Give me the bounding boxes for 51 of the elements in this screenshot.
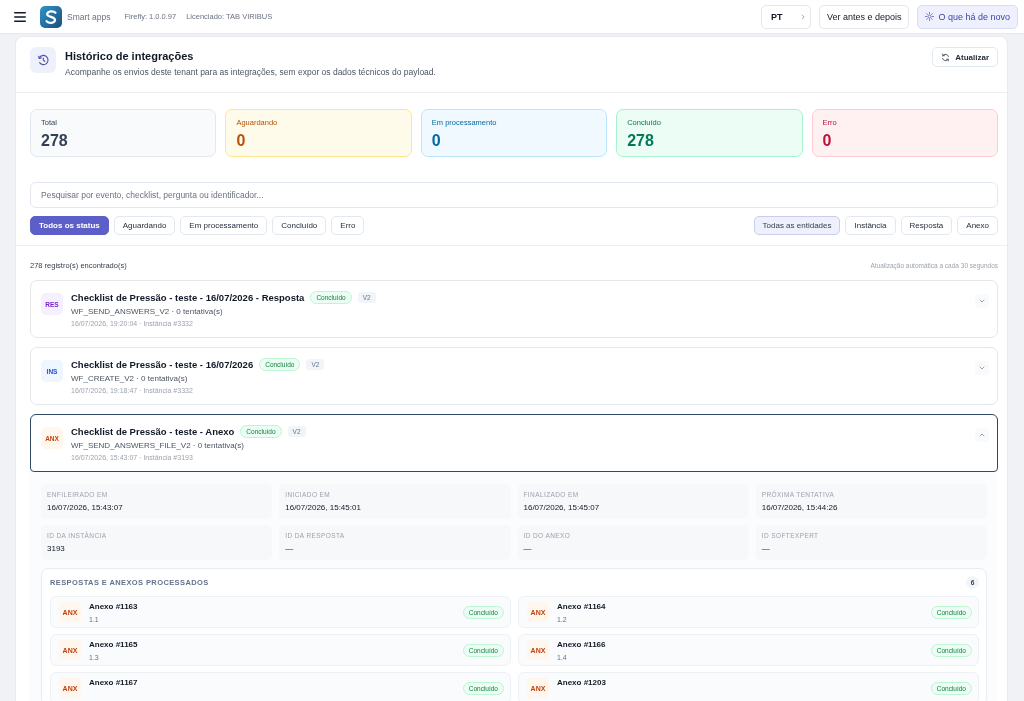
detail-value: 16/07/2026, 15:43:07 <box>47 503 123 513</box>
whats-new-button[interactable]: O que há de novo <box>917 4 1018 29</box>
refresh-icon <box>941 52 951 62</box>
entity-filter[interactable]: Instância <box>845 216 896 235</box>
record-event: WF_SEND_ANSWERS_FILE_V2 · 0 tentativa(s) <box>71 440 244 451</box>
detail-value: 16/07/2026, 15:44:26 <box>761 503 838 513</box>
refresh-button[interactable]: Atualizar <box>932 47 998 67</box>
stat-value: 0 <box>236 131 246 151</box>
item-title: Anexo #1167 <box>89 678 138 688</box>
status-filter[interactable]: Erro <box>331 216 365 235</box>
record-title: Checklist de Pressão - teste - 16/07/2026 <box>71 358 254 371</box>
detail-value: 16/07/2026, 15:45:07 <box>523 503 600 513</box>
chevron-up-icon[interactable] <box>975 428 989 442</box>
detail-value: 3193 <box>47 544 65 554</box>
item-title: Anexo #1165 <box>89 640 138 650</box>
record-event: WF_SEND_ANSWERS_V2 · 0 tentativa(s) <box>71 306 223 317</box>
stat-value: 278 <box>41 131 68 151</box>
history-icon <box>30 47 56 73</box>
detail-value: — <box>761 544 770 554</box>
record-title: Checklist de Pressão - teste - 16/07/2026 - Resposta <box>71 291 305 304</box>
detail-value: — <box>285 544 294 554</box>
entity-filter[interactable]: Anexo <box>957 216 998 235</box>
detail-value: — <box>523 544 532 554</box>
sun-icon <box>925 12 935 21</box>
status-filter[interactable]: Concluído <box>272 216 327 235</box>
item-title: Anexo #1163 <box>89 602 138 612</box>
status-filter[interactable]: Em processamento <box>180 216 268 235</box>
entity-filter[interactable]: Resposta <box>900 216 953 235</box>
language-select[interactable]: PT <box>760 4 811 29</box>
stat-value: 278 <box>627 131 654 151</box>
app-name: Smart apps <box>67 11 111 22</box>
search-field[interactable]: Pesquisar por evento, checklist, pergunta ou identificador... <box>30 182 998 208</box>
record-title: Checklist de Pressão - teste - Anexo <box>71 425 235 438</box>
item-title: Anexo #1203 <box>557 678 606 688</box>
chevron-down-icon[interactable] <box>975 294 989 308</box>
chevron-down-icon[interactable] <box>975 361 989 375</box>
status-filter[interactable]: Todos os status <box>30 216 109 235</box>
entity-filter[interactable]: Todas as entidades <box>753 216 841 235</box>
page-title: Histórico de integrações <box>65 49 195 63</box>
stat-value: 0 <box>822 131 832 151</box>
caret-icon <box>800 13 805 20</box>
detail-value: 16/07/2026, 15:45:01 <box>285 503 361 513</box>
item-title: Anexo #1166 <box>557 640 606 650</box>
logo-icon <box>40 5 62 28</box>
page-subtitle: Acompanhe os envios deste tenant para as integrações, sem expor os dados técnicos do payload. <box>65 67 436 78</box>
stat-value: 0 <box>431 131 441 151</box>
status-filter[interactable]: Aguardando <box>113 216 176 235</box>
item-title: Anexo #1164 <box>557 602 606 612</box>
record-event: WF_CREATE_V2 · 0 tentativa(s) <box>71 373 188 384</box>
compare-button[interactable]: Ver antes e depois <box>818 4 910 29</box>
menu-icon[interactable] <box>14 11 26 22</box>
